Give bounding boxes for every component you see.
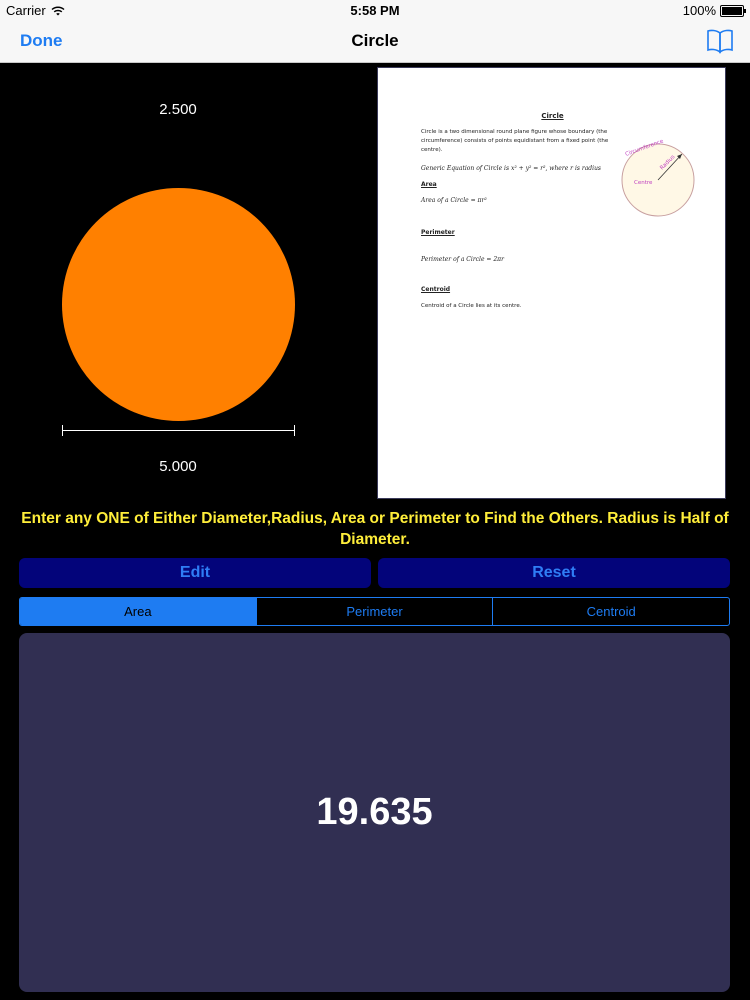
tab-centroid[interactable]: Centroid [492, 598, 729, 625]
tab-area[interactable]: Area [20, 598, 256, 625]
figure-centre-label: Centre [634, 180, 653, 186]
battery-icon [720, 4, 746, 17]
done-button[interactable]: Done [20, 31, 63, 51]
instructions-text: Enter any ONE of Either Diameter,Radius,… [21, 510, 729, 548]
formula-document-preview[interactable]: Circle Circle is a two dimensional round… [377, 67, 726, 499]
page-title: Circle [351, 31, 399, 50]
doc-perimeter-formula: Perimeter of a Circle = 2πr [421, 256, 504, 263]
battery-info: 100% [682, 3, 746, 18]
diameter-value: 5.000 [159, 458, 197, 475]
reset-button[interactable]: Reset [378, 558, 730, 588]
dimension-tick-right [294, 425, 295, 436]
status-time: 5:58 PM [350, 3, 400, 18]
doc-centroid-heading: Centroid [421, 286, 451, 293]
doc-area-heading: Area [421, 181, 437, 188]
doc-perimeter-heading: Perimeter [421, 229, 455, 236]
doc-centroid-text: Centroid of a Circle lies at its centre. [421, 303, 522, 309]
battery-percent: 100% [682, 3, 716, 18]
result-panel: 19.635 [19, 633, 730, 992]
doc-intro: Circle is a two dimensional round plane … [421, 129, 609, 153]
doc-title: Circle [541, 112, 564, 120]
doc-area-formula: Area of a Circle = πr² [421, 197, 487, 204]
circle-diagram: Circumference Radius Centre [621, 138, 695, 217]
navigation-bar: Done Circle [0, 20, 750, 63]
radius-value: 2.500 [159, 101, 197, 118]
book-icon[interactable] [706, 28, 734, 54]
doc-generic-equation: Generic Equation of Circle is x² + y² = … [421, 165, 602, 172]
shape-panel: 2.500 5.000 [0, 63, 372, 503]
tab-perimeter[interactable]: Perimeter [255, 598, 493, 625]
status-bar: Carrier 5:58 PM 100% [0, 0, 750, 20]
result-tabs: Area Perimeter Centroid [19, 597, 730, 626]
result-value: 19.635 [316, 791, 433, 833]
edit-button[interactable]: Edit [19, 558, 371, 588]
diameter-dimension-line [62, 430, 295, 431]
circle-shape [62, 188, 295, 421]
